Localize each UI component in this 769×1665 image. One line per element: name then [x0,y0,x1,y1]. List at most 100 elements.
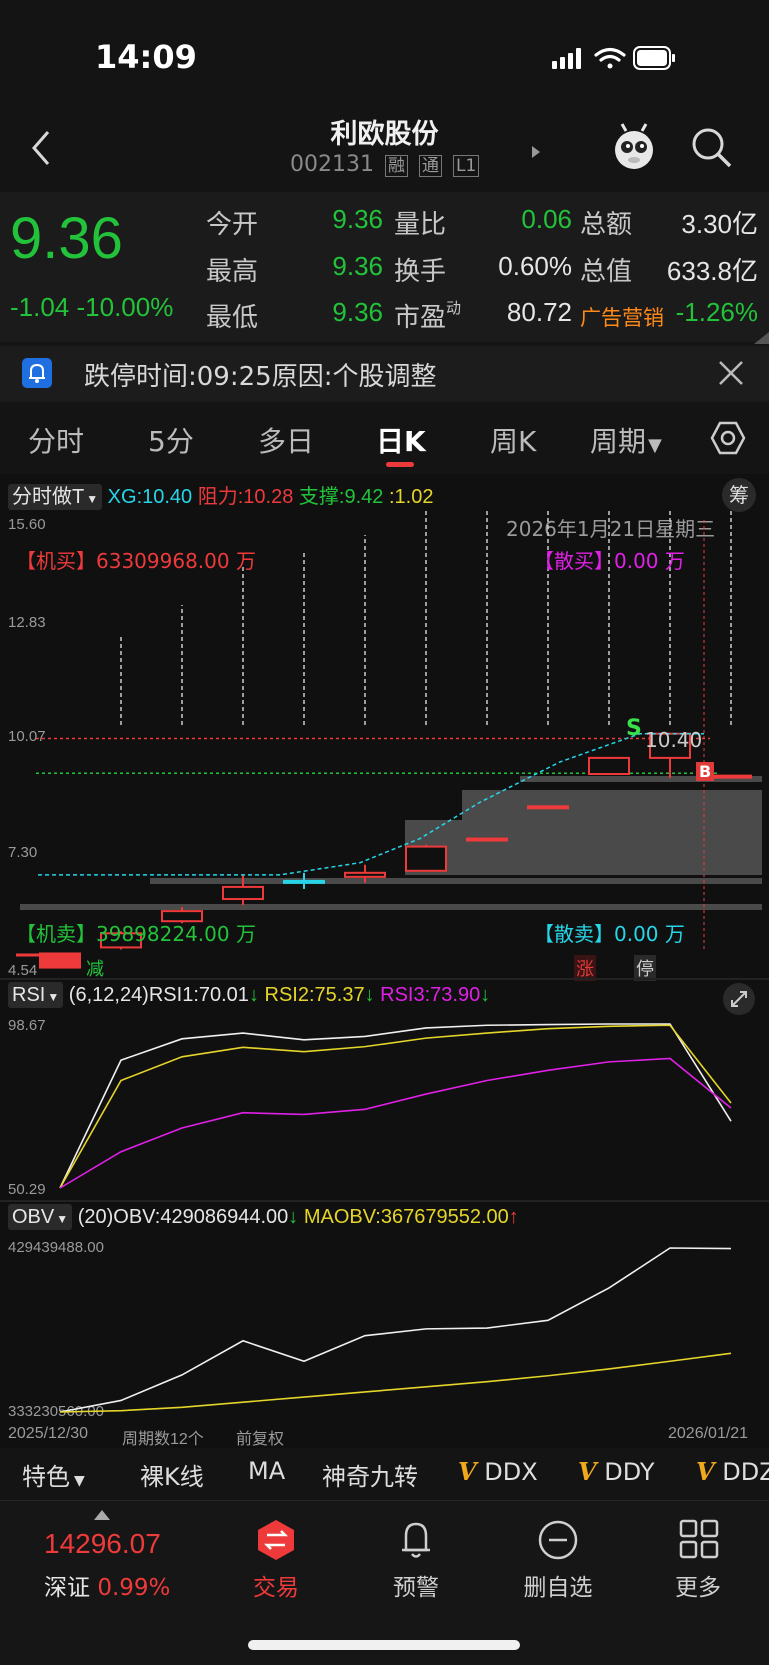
pe-sup: 动 [446,299,462,317]
open-label: 今开 [206,210,259,240]
change-percent: -10.00% [76,292,174,322]
tab-period[interactable]: 周期 ▼ [590,420,662,460]
turnover-label: 换手 [394,257,447,287]
status-time: 14:09 [95,38,197,76]
bell-notice-icon [22,358,52,388]
mascot-icon[interactable] [612,122,656,172]
index-value[interactable]: 14296.07 [44,1528,161,1560]
feature-ddz[interactable]: V DDZ [696,1457,769,1486]
volume-ratio-label: 量比 [394,210,447,240]
obv-chart[interactable] [0,1240,769,1422]
tab-multiday[interactable]: 多日 [258,420,314,460]
index-info: 深证 0.99% [44,1568,170,1602]
candle-body [405,845,447,872]
kline-legend: 分时做T ▼ XG:10.40 阻力:10.28 支撑:9.42 :1.02 [8,480,434,510]
sell-signal: S [626,716,642,741]
y-tick-5: 4.54 [8,962,38,979]
volume-ratio-value: 0.06 [521,204,572,234]
index-pct: 0.99% [97,1575,171,1601]
x-count: 周期数12个 [122,1431,204,1448]
status-icons [552,46,675,70]
tab-trade[interactable]: 交易 [216,1568,336,1602]
maobv-value: MAOBV:367679552.00 [303,1206,509,1228]
resist-value: 阻力:10.28 [197,486,294,508]
amount-label: 总额 [580,210,633,240]
retail-buy: 【散买】0.00 万 [534,549,685,573]
ratio-value: :1.02 [388,486,434,508]
y-tick-2: 12.83 [8,614,46,631]
candle-body [466,837,508,842]
rsi1-value: RSI1:70.01 [148,984,249,1006]
remove-watchlist-icon [538,1520,578,1560]
rsi1-line [59,1023,732,1189]
retail-sell: 【散卖】0.00 万 [534,922,685,946]
price-tag: 10.40 [645,728,703,752]
trade-icon [258,1520,294,1560]
feature-special[interactable]: 特色 ▼ [22,1457,85,1492]
feature-bare-k[interactable]: 裸K线 [140,1457,204,1492]
feature-ddx[interactable]: V DDX [458,1457,538,1486]
tab-daily-k[interactable]: 日K [376,420,426,460]
tab-alert[interactable]: 预警 [356,1568,476,1602]
indicator-select[interactable]: 分时做T ▼ [8,484,103,510]
rsi3-line [59,1057,732,1189]
market-cap-value: 633.8亿 [666,256,758,286]
chip-button[interactable]: 筹 [722,478,756,512]
rsi-chart[interactable] [0,1018,769,1198]
tab-weekly-k[interactable]: 周K [490,420,536,460]
tab-remove-watchlist[interactable]: 删自选 [498,1568,618,1602]
low-value: 9.36 [332,297,383,327]
divider [0,1200,769,1202]
obv-select[interactable]: OBV ▼ [8,1204,73,1230]
caret-right-icon[interactable] [528,144,544,160]
pe-value: 80.72 [506,297,572,327]
candle-body [588,756,630,776]
feature-ma[interactable]: MA [248,1457,285,1485]
tab-intraday[interactable]: 分时 [28,420,84,460]
change-value: -1.04 [10,292,70,322]
high-label: 最高 [206,257,259,287]
index-name: 深证 [44,1575,90,1601]
feature-nine-turn[interactable]: 神奇九转 [322,1457,418,1492]
corner-fold-icon [754,332,769,344]
expand-icon[interactable] [722,982,756,1016]
x-end: 2026/01/21 [668,1425,749,1442]
feature-ddy[interactable]: V DDY [578,1457,655,1486]
last-price: 9.36 [10,206,123,271]
rsi-params: (6,12,24) [68,984,149,1006]
turnover-value: 0.60% [498,251,572,281]
tag-level: L1 [452,155,480,177]
x-start: 2025/12/30 [8,1425,89,1442]
volume-profile-bar [405,820,762,875]
tab-5day[interactable]: 5分 [148,420,194,460]
stock-code: 002131 [290,152,374,177]
candle-body [527,805,569,810]
rsi-select[interactable]: RSI ▼ [8,982,64,1008]
obv-value: OBV:429086944.00 [113,1206,289,1228]
y-tick-1: 15.60 [8,516,46,533]
price-change: -1.04 -10.00% [10,292,173,323]
search-icon[interactable] [690,126,734,170]
volume-profile-bar [20,904,762,910]
divider [0,978,769,980]
tag-connect: 通 [418,155,442,177]
tab-more[interactable]: 更多 [638,1568,758,1602]
inst-buy: 【机买】63309968.00 万 [16,549,256,573]
chevron-down-icon: ▼ [648,435,662,456]
rsi2-line [59,1024,732,1189]
xg-value: XG:10.40 [107,486,193,508]
chevron-down-icon: ▼ [47,990,60,1004]
candle-body [344,871,386,878]
obv-line [59,1247,732,1413]
caret-up-icon[interactable] [94,1510,110,1520]
open-value: 9.36 [332,204,383,234]
notice-text: 跌停时间:09:25原因:个股调整 [84,362,437,392]
obv-legend: OBV ▼ (20)OBV:429086944.00↓ MAOBV:3676795… [8,1204,519,1230]
settings-icon[interactable] [710,420,746,456]
y-tick-3: 10.07 [8,728,46,745]
close-icon[interactable] [718,360,744,386]
volume-profile-bar [150,878,762,884]
grid-more-icon [679,1519,719,1559]
y-tick-4: 7.30 [8,844,38,861]
candle-body [283,879,325,884]
